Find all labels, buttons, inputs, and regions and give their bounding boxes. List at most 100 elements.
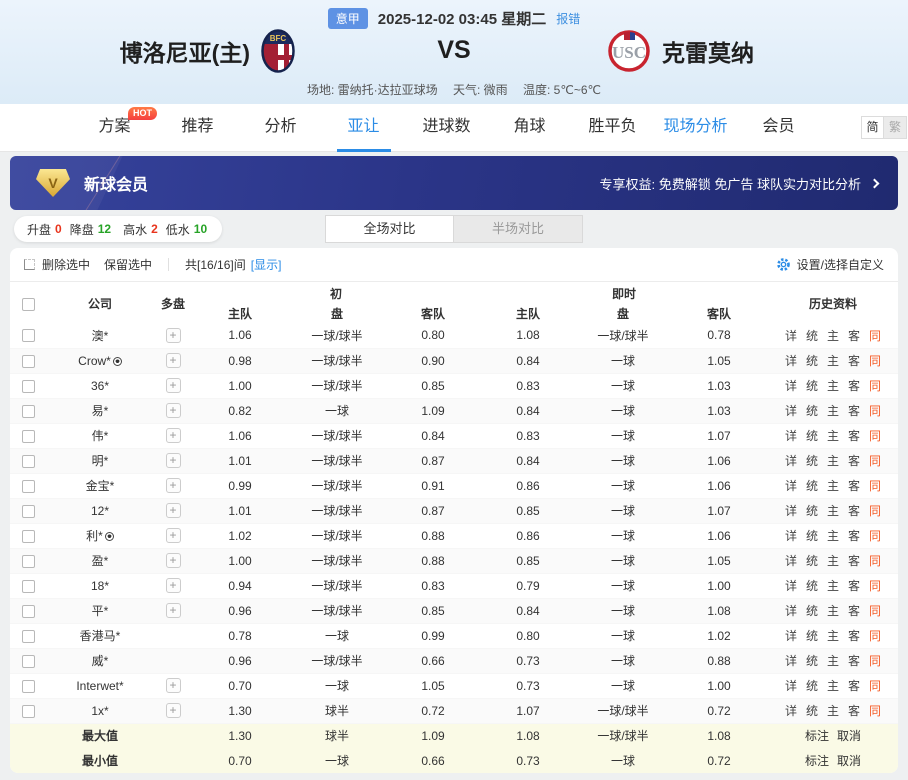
history-stats-link[interactable]: 统 <box>806 702 818 719</box>
multi-odds-button[interactable]: + <box>166 478 181 493</box>
history-detail-link[interactable]: 详 <box>785 552 797 569</box>
row-checkbox[interactable] <box>22 430 35 443</box>
multi-odds-button[interactable]: + <box>166 453 181 468</box>
history-detail-link[interactable]: 详 <box>785 702 797 719</box>
history-away-link[interactable]: 客 <box>848 702 860 719</box>
row-checkbox[interactable] <box>22 555 35 568</box>
history-same-link[interactable]: 同 <box>869 577 881 594</box>
history-away-link[interactable]: 客 <box>848 377 860 394</box>
show-link[interactable]: [显示] <box>251 256 282 273</box>
history-same-link[interactable]: 同 <box>869 402 881 419</box>
history-away-link[interactable]: 客 <box>848 652 860 669</box>
settings-button[interactable]: 设置/选择自定义 <box>776 256 884 273</box>
row-checkbox[interactable] <box>22 455 35 468</box>
history-stats-link[interactable]: 统 <box>806 377 818 394</box>
history-detail-link[interactable]: 详 <box>785 577 797 594</box>
multi-odds-button[interactable]: + <box>166 353 181 368</box>
history-home-link[interactable]: 主 <box>827 627 839 644</box>
row-checkbox[interactable] <box>22 329 35 342</box>
history-away-link[interactable]: 客 <box>848 402 860 419</box>
row-checkbox[interactable] <box>22 505 35 518</box>
history-detail-link[interactable]: 详 <box>785 502 797 519</box>
row-checkbox[interactable] <box>22 530 35 543</box>
row-checkbox[interactable] <box>22 480 35 493</box>
history-home-link[interactable]: 主 <box>827 427 839 444</box>
history-home-link[interactable]: 主 <box>827 527 839 544</box>
history-away-link[interactable]: 客 <box>848 577 860 594</box>
history-away-link[interactable]: 客 <box>848 352 860 369</box>
history-detail-link[interactable]: 详 <box>785 427 797 444</box>
tab-full-match[interactable]: 全场对比 <box>326 216 454 242</box>
history-stats-link[interactable]: 统 <box>806 327 818 344</box>
multi-odds-button[interactable]: + <box>166 553 181 568</box>
history-away-link[interactable]: 客 <box>848 477 860 494</box>
history-home-link[interactable]: 主 <box>827 652 839 669</box>
history-detail-link[interactable]: 详 <box>785 627 797 644</box>
history-home-link[interactable]: 主 <box>827 677 839 694</box>
history-away-link[interactable]: 客 <box>848 327 860 344</box>
row-checkbox[interactable] <box>22 680 35 693</box>
row-checkbox[interactable] <box>22 355 35 368</box>
multi-odds-button[interactable]: + <box>166 428 181 443</box>
multi-odds-button[interactable]: + <box>166 403 181 418</box>
history-detail-link[interactable]: 详 <box>785 352 797 369</box>
history-home-link[interactable]: 主 <box>827 552 839 569</box>
history-stats-link[interactable]: 统 <box>806 627 818 644</box>
multi-odds-button[interactable]: + <box>166 603 181 618</box>
history-same-link[interactable]: 同 <box>869 477 881 494</box>
history-same-link[interactable]: 同 <box>869 452 881 469</box>
nav-tab[interactable]: 推荐 <box>156 104 239 152</box>
history-stats-link[interactable]: 统 <box>806 577 818 594</box>
history-home-link[interactable]: 主 <box>827 502 839 519</box>
history-home-link[interactable]: 主 <box>827 577 839 594</box>
history-away-link[interactable]: 客 <box>848 627 860 644</box>
history-same-link[interactable]: 同 <box>869 602 881 619</box>
history-away-link[interactable]: 客 <box>848 552 860 569</box>
cancel-button[interactable]: 取消 <box>837 752 861 769</box>
tab-half-match[interactable]: 半场对比 <box>454 216 582 242</box>
nav-tab[interactable]: 胜平负 <box>571 104 654 152</box>
mark-button[interactable]: 标注 <box>805 752 829 769</box>
history-stats-link[interactable]: 统 <box>806 652 818 669</box>
history-stats-link[interactable]: 统 <box>806 477 818 494</box>
multi-odds-button[interactable]: + <box>166 328 181 343</box>
multi-odds-button[interactable]: + <box>166 578 181 593</box>
history-away-link[interactable]: 客 <box>848 452 860 469</box>
history-stats-link[interactable]: 统 <box>806 427 818 444</box>
report-error-link[interactable]: 报错 <box>556 10 580 27</box>
history-home-link[interactable]: 主 <box>827 352 839 369</box>
history-detail-link[interactable]: 详 <box>785 377 797 394</box>
history-detail-link[interactable]: 详 <box>785 452 797 469</box>
nav-tab[interactable]: 进球数 <box>405 104 488 152</box>
history-stats-link[interactable]: 统 <box>806 452 818 469</box>
history-stats-link[interactable]: 统 <box>806 502 818 519</box>
history-home-link[interactable]: 主 <box>827 477 839 494</box>
history-away-link[interactable]: 客 <box>848 602 860 619</box>
history-same-link[interactable]: 同 <box>869 377 881 394</box>
multi-odds-button[interactable]: + <box>166 678 181 693</box>
history-detail-link[interactable]: 详 <box>785 602 797 619</box>
history-home-link[interactable]: 主 <box>827 402 839 419</box>
multi-odds-button[interactable]: + <box>166 503 181 518</box>
row-checkbox[interactable] <box>22 605 35 618</box>
multi-odds-button[interactable]: + <box>166 528 181 543</box>
nav-tab[interactable]: 方案HOT <box>73 104 156 152</box>
nav-tab[interactable]: 亚让 <box>322 104 405 152</box>
history-stats-link[interactable]: 统 <box>806 352 818 369</box>
history-away-link[interactable]: 客 <box>848 677 860 694</box>
history-same-link[interactable]: 同 <box>869 627 881 644</box>
history-away-link[interactable]: 客 <box>848 527 860 544</box>
history-detail-link[interactable]: 详 <box>785 477 797 494</box>
history-stats-link[interactable]: 统 <box>806 527 818 544</box>
history-detail-link[interactable]: 详 <box>785 402 797 419</box>
nav-tab[interactable]: 会员 <box>737 104 820 152</box>
row-checkbox[interactable] <box>22 405 35 418</box>
lang-simplified-button[interactable]: 简 <box>861 116 884 139</box>
history-stats-link[interactable]: 统 <box>806 402 818 419</box>
history-detail-link[interactable]: 详 <box>785 527 797 544</box>
multi-odds-button[interactable]: + <box>166 703 181 718</box>
cancel-button[interactable]: 取消 <box>837 727 861 744</box>
nav-tab[interactable]: 分析 <box>239 104 322 152</box>
history-same-link[interactable]: 同 <box>869 327 881 344</box>
history-same-link[interactable]: 同 <box>869 652 881 669</box>
